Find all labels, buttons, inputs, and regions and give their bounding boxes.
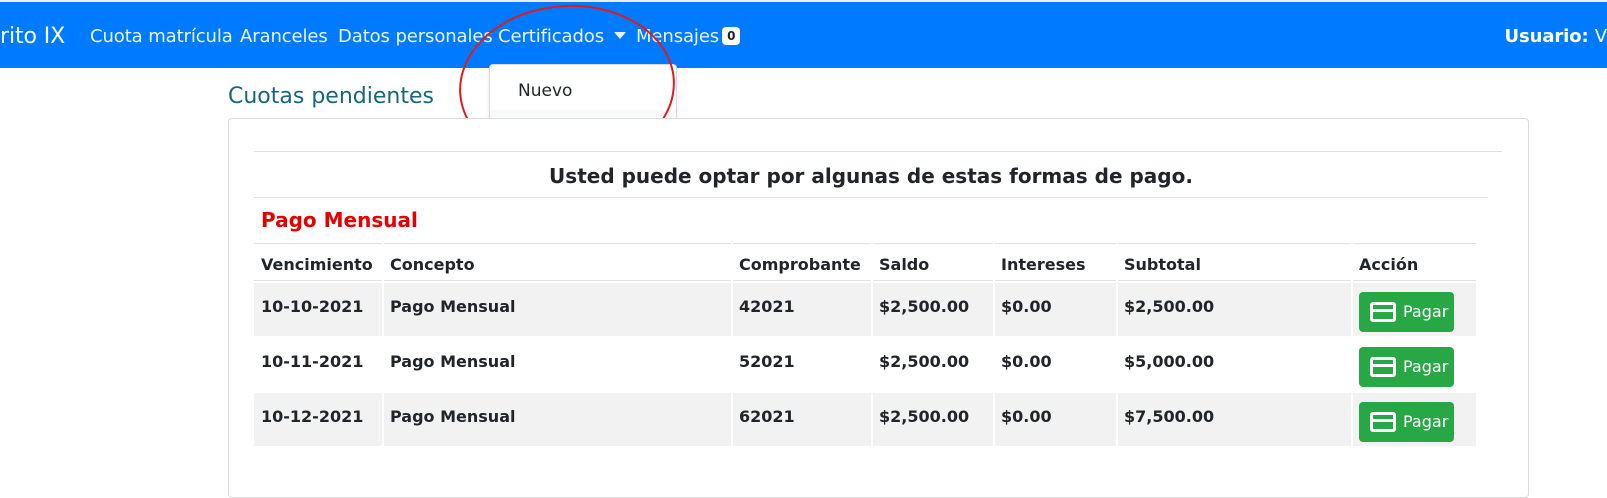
header-accion: Acción: [1359, 255, 1418, 274]
column-separator: [871, 243, 873, 447]
brand-link[interactable]: rito IX: [0, 24, 65, 49]
cell-subtotal: $7,500.00: [1124, 407, 1214, 426]
pay-button[interactable]: Pagar: [1359, 347, 1454, 387]
table-row: 10-11-2021 Pago Mensual 52021 $2,500.00 …: [254, 338, 1476, 391]
cell-concepto: Pago Mensual: [390, 297, 515, 316]
column-separator: [1351, 243, 1353, 447]
pay-button-label: Pagar: [1403, 412, 1448, 431]
table-row: 10-12-2021 Pago Mensual 62021 $2,500.00 …: [254, 393, 1476, 446]
credit-card-icon: [1370, 302, 1396, 322]
cell-intereses: $0.00: [1001, 352, 1052, 371]
cell-saldo: $2,500.00: [879, 297, 969, 316]
dropdown-item-nuevo[interactable]: Nuevo: [490, 73, 676, 110]
cell-intereses: $0.00: [1001, 297, 1052, 316]
cell-intereses: $0.00: [1001, 407, 1052, 426]
table-header-row: Vencimiento Concepto Comprobante Saldo I…: [254, 243, 1476, 281]
credit-card-icon: [1370, 412, 1396, 432]
column-separator: [1116, 243, 1118, 447]
credit-card-icon: [1370, 357, 1396, 377]
cell-concepto: Pago Mensual: [390, 407, 515, 426]
header-saldo: Saldo: [879, 255, 929, 274]
nav-certificados-label: Certificados: [498, 26, 604, 47]
cell-vencimiento: 10-12-2021: [261, 407, 363, 426]
nav-aranceles[interactable]: Aranceles: [240, 26, 328, 47]
nav-cuota-matricula[interactable]: Cuota matrícula: [90, 26, 233, 47]
cell-vencimiento: 10-10-2021: [261, 297, 363, 316]
column-separator: [382, 243, 384, 447]
user-info: Usuario: V: [1505, 26, 1607, 47]
payment-options-subtitle: Usted puede optar por algunas de estas f…: [254, 164, 1488, 188]
cell-comprobante: 42021: [739, 297, 795, 316]
divider-top: [254, 151, 1502, 152]
table-row: 10-10-2021 Pago Mensual 42021 $2,500.00 …: [254, 283, 1476, 336]
header-intereses: Intereses: [1001, 255, 1085, 274]
nav-mensajes[interactable]: Mensajes0: [636, 26, 740, 47]
cell-comprobante: 62021: [739, 407, 795, 426]
navbar: rito IX Cuota matrícula Aranceles Datos …: [0, 2, 1607, 68]
cell-subtotal: $2,500.00: [1124, 297, 1214, 316]
cell-subtotal: $5,000.00: [1124, 352, 1214, 371]
cell-saldo: $2,500.00: [879, 352, 969, 371]
cell-vencimiento: 10-11-2021: [261, 352, 363, 371]
header-concepto: Concepto: [390, 255, 475, 274]
header-subtotal: Subtotal: [1124, 255, 1201, 274]
column-separator: [993, 243, 995, 447]
nav-mensajes-label: Mensajes: [636, 26, 719, 47]
column-separator: [731, 243, 733, 447]
user-label: Usuario:: [1505, 26, 1589, 47]
user-value: V: [1595, 26, 1607, 47]
nav-certificados[interactable]: Certificados: [498, 26, 626, 47]
cell-comprobante: 52021: [739, 352, 795, 371]
section-title-pago-mensual: Pago Mensual: [261, 208, 418, 232]
cell-concepto: Pago Mensual: [390, 352, 515, 371]
pay-button[interactable]: Pagar: [1359, 402, 1454, 442]
nav-datos-personales[interactable]: Datos personales: [338, 26, 493, 47]
pay-button-label: Pagar: [1403, 302, 1448, 321]
header-vencimiento: Vencimiento: [261, 255, 373, 274]
cell-saldo: $2,500.00: [879, 407, 969, 426]
pay-button-label: Pagar: [1403, 357, 1448, 376]
page-title: Cuotas pendientes: [228, 84, 434, 109]
divider-subtitle: [254, 197, 1488, 198]
table-header-border: [254, 280, 1476, 281]
header-comprobante: Comprobante: [739, 255, 861, 274]
pay-button[interactable]: Pagar: [1359, 292, 1454, 332]
caret-down-icon: [614, 32, 626, 39]
messages-badge: 0: [722, 27, 740, 45]
